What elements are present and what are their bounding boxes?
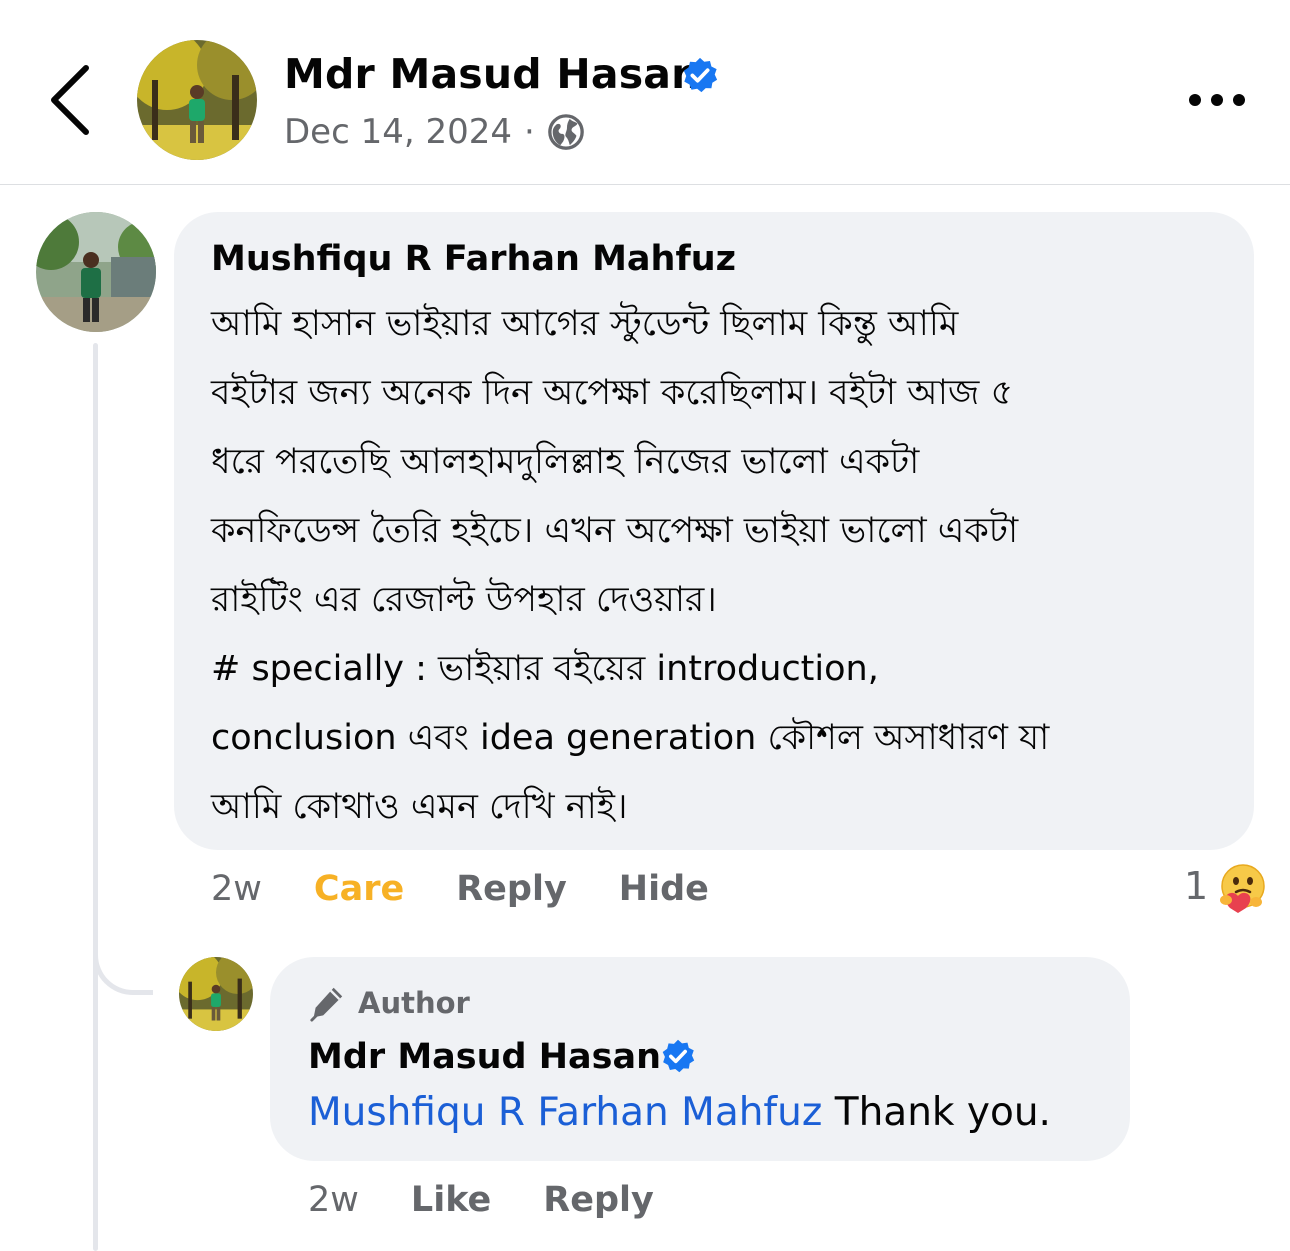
comment-line: conclusion এবং idea generation কৌশল অসাধ… [211, 718, 1050, 758]
reply-button[interactable]: Reply [456, 867, 567, 911]
thread-line [93, 343, 98, 1251]
commenter-name[interactable]: Mushfiqu R Farhan Mahfuz [211, 236, 736, 282]
reply-button[interactable]: Reply [543, 1178, 654, 1222]
comment-text: আমি হাসান ভাইয়ার আগের স্টুডেন্ট ছিলাম ক… [211, 290, 1231, 842]
post-date[interactable]: Dec 14, 2024 [284, 110, 512, 154]
comment-line: আমি কোথাও এমন দেখি নাই। [211, 787, 628, 827]
poster-name[interactable]: Mdr Masud Hasan [284, 48, 701, 100]
pencil-icon [310, 987, 343, 1022]
header-divider [0, 184, 1290, 185]
mention-link[interactable]: Mushfiqu R Farhan Mahfuz [308, 1090, 822, 1135]
poster-avatar[interactable] [137, 40, 257, 160]
verified-badge-icon [683, 57, 718, 93]
author-badge-label: Author [358, 986, 470, 1020]
comment-line: কনফিডেন্স তৈরি হইচে। এখন অপেক্ষা ভাইয়া … [211, 511, 1019, 551]
more-horizontal-icon [1189, 94, 1245, 106]
comment-line: # specially : ভাইয়ার বইয়ের introductio… [211, 649, 879, 689]
reply-actions: 2w Like Reply [308, 1178, 706, 1222]
globe-icon [548, 114, 584, 150]
like-button[interactable]: Like [411, 1178, 491, 1222]
comment-line: রাইটিং এর রেজাল্ট উপহার দেওয়ার। [211, 580, 717, 620]
reply-avatar-image [179, 957, 253, 1031]
care-emoji-icon[interactable] [1216, 862, 1268, 914]
comment-line: আমি হাসান ভাইয়ার আগের স্টুডেন্ট ছিলাম ক… [211, 304, 959, 344]
back-button[interactable] [46, 62, 96, 138]
reply-author-name[interactable]: Mdr Masud Hasan [308, 1034, 661, 1080]
reply-message: Thank you. [822, 1090, 1051, 1135]
verified-badge-icon [662, 1039, 695, 1073]
post-meta: Dec 14, 2024 · [284, 110, 585, 154]
more-options-button[interactable] [1186, 82, 1248, 118]
commenter-avatar[interactable] [36, 212, 156, 332]
poster-avatar-image [137, 40, 257, 160]
reaction-count[interactable]: 1 [1184, 864, 1208, 908]
thread-connector [93, 900, 153, 995]
care-reaction-button[interactable]: Care [314, 867, 404, 911]
reply-text: Mushfiqu R Farhan Mahfuz Thank you. [308, 1088, 1051, 1138]
comment-timestamp[interactable]: 2w [211, 867, 262, 911]
chevron-left-icon [51, 65, 89, 135]
comment-line: ধরে পরতেছি আলহামদুলিল্লাহ নিজের ভালো একট… [211, 442, 920, 482]
comment-line: বইটার জন্য অনেক দিন অপেক্ষা করেছিলাম। বই… [211, 373, 1014, 413]
hide-button[interactable]: Hide [619, 867, 709, 911]
author-badge: Author [308, 983, 470, 1023]
commenter-avatar-image [36, 212, 156, 332]
reply-timestamp[interactable]: 2w [308, 1178, 359, 1222]
comment-actions: 2w Care Reply Hide [211, 867, 761, 911]
reply-avatar[interactable] [179, 957, 253, 1031]
meta-separator: · [524, 112, 535, 152]
